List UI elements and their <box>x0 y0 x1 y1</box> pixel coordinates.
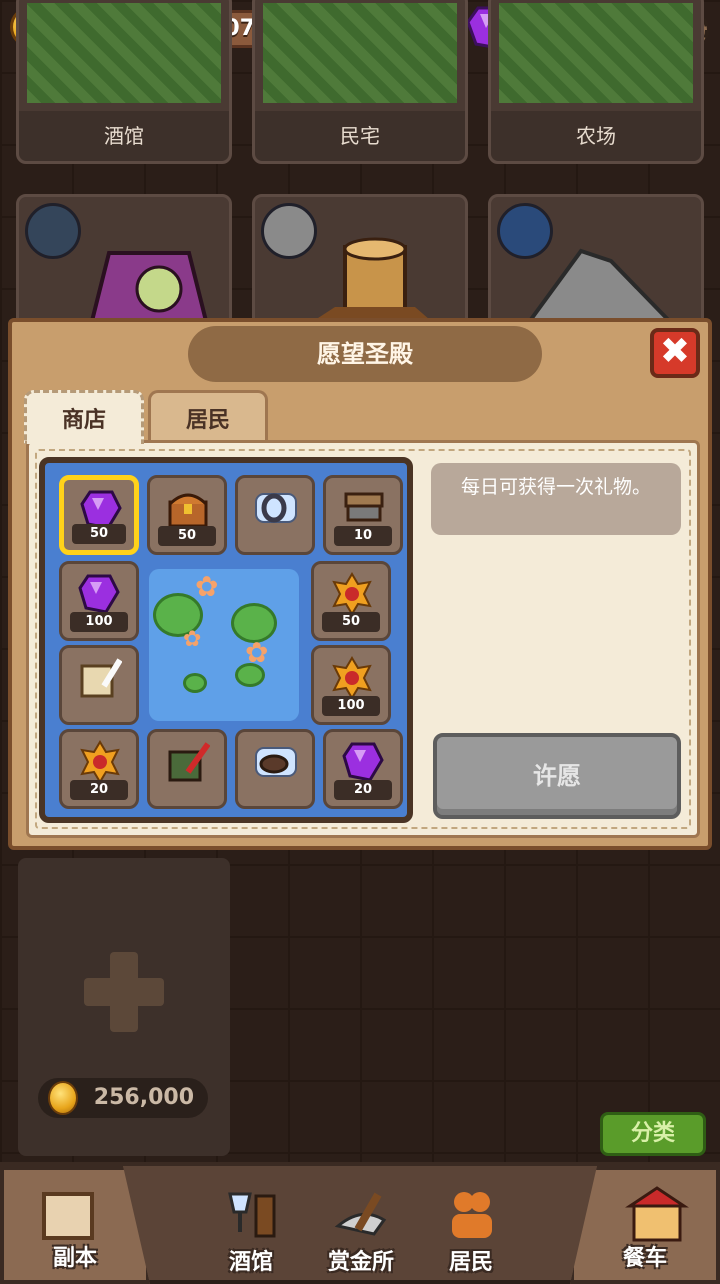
building-label: 酒馆 <box>19 111 229 161</box>
gem-icon <box>342 742 384 782</box>
building-card-banner[interactable] <box>16 194 232 334</box>
axe-icon <box>334 1192 387 1236</box>
residents-icon <box>452 1192 492 1238</box>
shop-slot[interactable]: 50 <box>59 475 139 555</box>
close-button[interactable]: ✖ <box>650 328 700 378</box>
shop-slot[interactable]: 100 <box>311 645 391 725</box>
build-price: 256,000 <box>38 1078 208 1118</box>
info-box: 每日可获得一次礼物。 <box>431 463 681 535</box>
ring-icon <box>255 493 297 523</box>
treasure-chest-icon <box>168 493 208 528</box>
nav-food-truck[interactable]: 餐车 <box>570 1166 720 1284</box>
shop-slot[interactable] <box>235 729 315 809</box>
nav-label: 餐车 <box>622 1246 667 1271</box>
shop-slot[interactable] <box>147 729 227 809</box>
map-icon <box>42 1192 94 1240</box>
lotus-flower-icon: ✿ <box>183 627 202 652</box>
item-quantity: 20 <box>334 780 392 800</box>
shop-slot[interactable]: 20 <box>59 729 139 809</box>
lily-pond: ✿ ✿ ✿ <box>149 569 299 721</box>
shop-slot[interactable] <box>59 645 139 725</box>
medal-icon <box>332 572 372 616</box>
wish-button[interactable]: 许愿 <box>433 733 681 819</box>
shop-slot[interactable]: 20 <box>323 729 403 809</box>
nav-label: 酒馆 <box>228 1250 273 1275</box>
item-quantity: 50 <box>322 612 380 632</box>
building-label: 农场 <box>491 111 701 161</box>
building-card-stump[interactable] <box>252 194 468 334</box>
wish-board: ✿ ✿ ✿ 50 50 10 100 50 100 20 20 <box>39 457 413 823</box>
shop-content: ✿ ✿ ✿ 50 50 10 100 50 100 20 20 每日可获得一次礼… <box>26 440 700 838</box>
scroll-quill-icon <box>80 658 122 698</box>
gem-icon <box>78 574 120 614</box>
item-quantity: 20 <box>70 780 128 800</box>
nav-dungeon[interactable]: 副本 <box>0 1166 150 1284</box>
building-card-tavern[interactable]: 酒馆 <box>16 0 232 164</box>
medal-icon <box>80 740 120 784</box>
wish-temple-dialog: 愿望圣殿 ✖ 居民 ✿ ✿ ✿ 50 50 10 100 50 100 20 2… <box>8 318 712 850</box>
shop-slot[interactable]: 10 <box>323 475 403 555</box>
tab-shop[interactable]: 商店 <box>24 390 144 444</box>
item-quantity: 50 <box>158 526 216 546</box>
close-icon: ✖ <box>659 331 691 372</box>
house-art <box>263 3 457 103</box>
price-amount: 256,000 <box>93 1085 194 1110</box>
farm-art <box>499 3 693 103</box>
nav-label: 副本 <box>52 1246 97 1271</box>
wine-glass-icon <box>228 1192 276 1238</box>
shop-slot[interactable]: 50 <box>311 561 391 641</box>
shop-slot[interactable]: 50 <box>147 475 227 555</box>
nav-label: 赏金所 <box>327 1250 394 1275</box>
nav-label: 居民 <box>448 1250 493 1275</box>
shop-slot[interactable]: 100 <box>59 561 139 641</box>
info-text: 每日可获得一次礼物。 <box>460 476 651 498</box>
lotus-flower-icon: ✿ <box>245 636 269 669</box>
nav-tavern[interactable]: 酒馆 <box>196 1166 306 1284</box>
scroll-feather-icon <box>168 742 210 782</box>
building-card-mountain[interactable] <box>488 194 704 334</box>
dialog-title: 愿望圣殿 <box>188 326 542 382</box>
item-quantity: 10 <box>334 526 392 546</box>
shop-slot[interactable] <box>235 475 315 555</box>
building-card-farm[interactable]: 农场 <box>488 0 704 164</box>
lotus-flower-icon: ✿ <box>195 570 219 603</box>
nav-bounty[interactable]: 赏金所 <box>306 1166 416 1284</box>
food-truck-icon <box>625 1186 689 1242</box>
sort-button[interactable]: 分类 <box>600 1112 706 1156</box>
anvil-icon <box>344 492 384 522</box>
lily-pad <box>183 673 207 693</box>
frying-pan-icon <box>255 747 297 777</box>
tavern-art <box>27 3 221 103</box>
plus-icon <box>84 952 164 1032</box>
bottom-nav: 副本 酒馆 赏金所 居民 餐车 <box>0 1162 720 1284</box>
medal-icon <box>332 656 372 700</box>
item-quantity: 100 <box>70 612 128 632</box>
tab-residents[interactable]: 居民 <box>148 390 268 444</box>
add-building-slot[interactable]: 256,000 <box>18 858 230 1156</box>
building-card-house[interactable]: 民宅 <box>252 0 468 164</box>
building-label: 民宅 <box>255 111 465 161</box>
nav-residents[interactable]: 居民 <box>416 1166 526 1284</box>
item-quantity: 100 <box>322 696 380 716</box>
item-quantity: 50 <box>72 524 126 544</box>
coin-icon <box>48 1081 78 1115</box>
